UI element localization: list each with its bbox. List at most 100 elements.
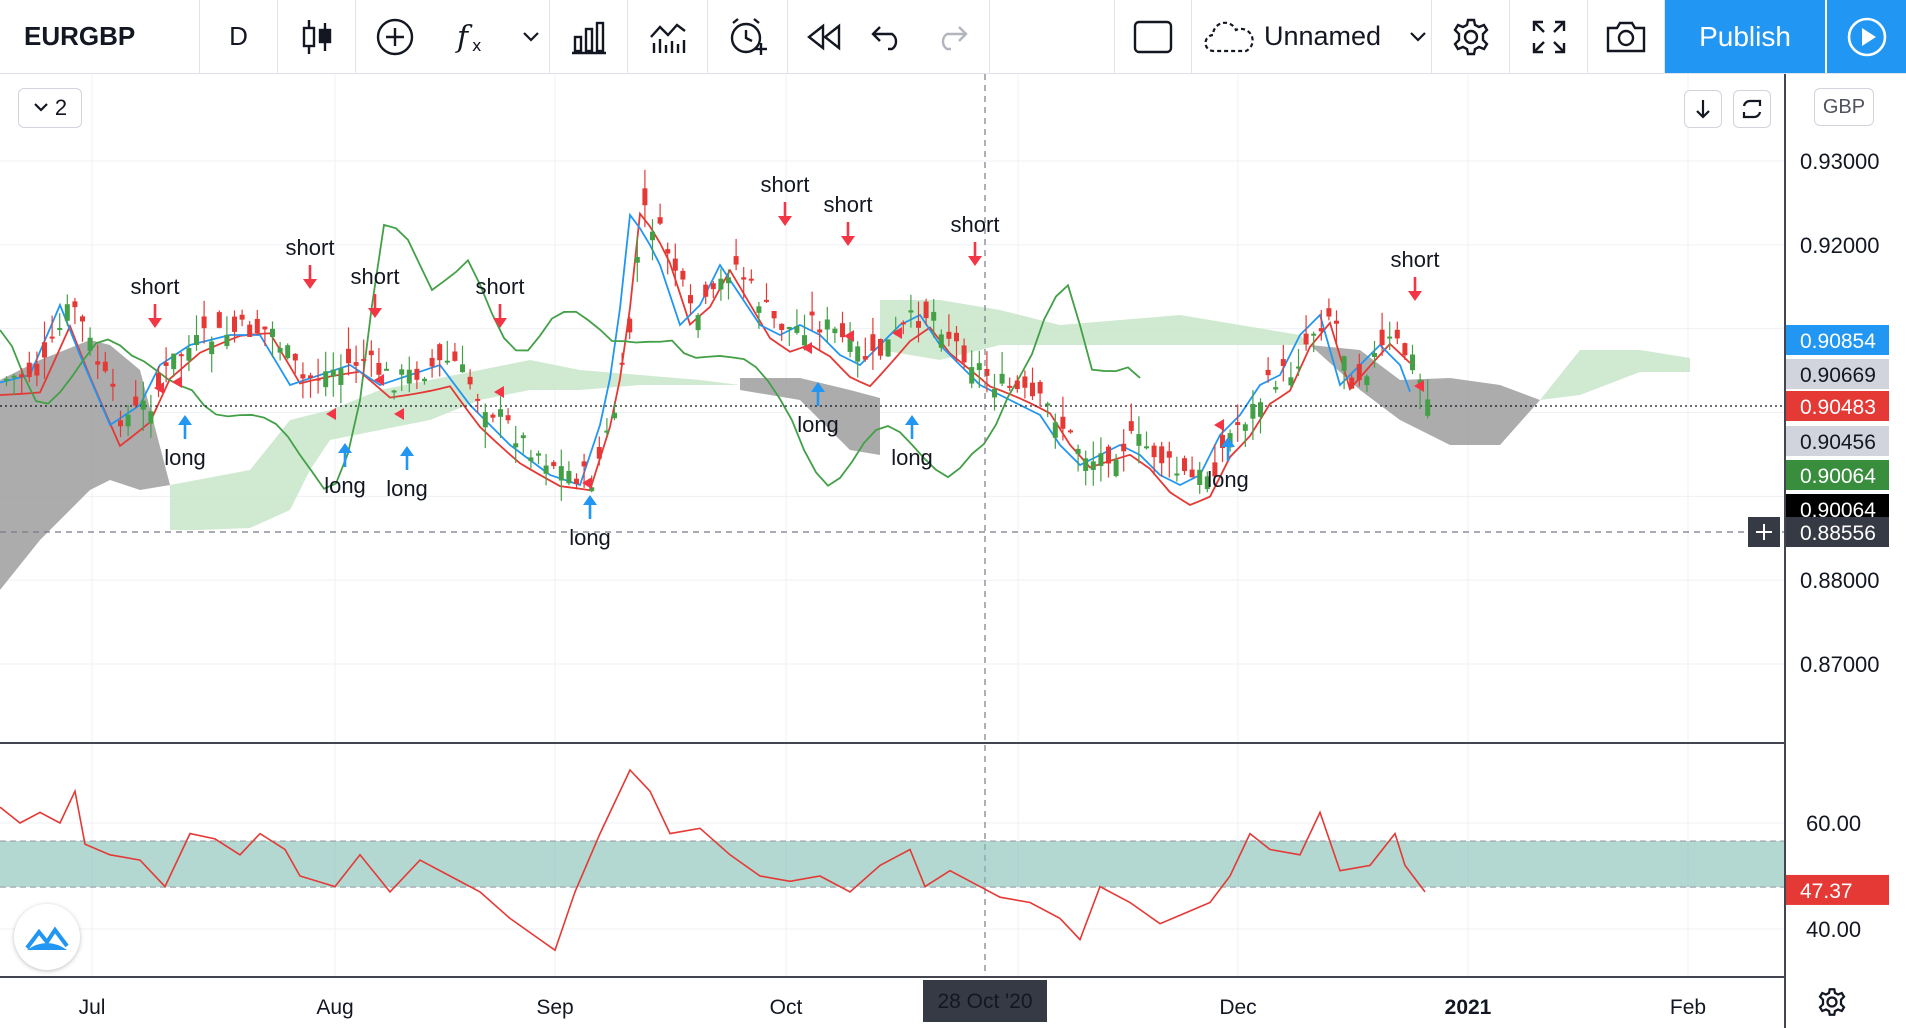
candle-body — [672, 258, 678, 271]
replay-button[interactable] — [788, 0, 860, 73]
candle-body — [1288, 377, 1294, 386]
candle-body — [178, 354, 184, 357]
candle-body — [254, 318, 260, 333]
tradingview-logo[interactable] — [14, 904, 80, 970]
candle-body — [80, 316, 85, 322]
candle-body — [201, 316, 207, 329]
candle-body — [140, 400, 146, 410]
snapshot-button[interactable] — [1588, 0, 1665, 73]
play-button[interactable] — [1827, 0, 1906, 73]
currency-button[interactable]: GBP — [1814, 88, 1874, 126]
short-arrowhead — [1408, 291, 1422, 301]
candle-body — [1356, 364, 1362, 381]
candle-body — [802, 335, 807, 346]
redo-icon — [941, 25, 968, 50]
interval-button[interactable]: D — [200, 0, 278, 73]
cross-marker — [172, 376, 182, 388]
collapse-legend-button[interactable]: 2 — [18, 88, 82, 128]
auto-scale-button[interactable] — [1733, 90, 1771, 128]
time-label: Sep — [536, 996, 573, 1019]
candle-body — [1242, 424, 1248, 431]
fx-icon: fx — [455, 20, 481, 55]
candle-body — [551, 462, 557, 467]
layout-name-button[interactable]: Unnamed — [1192, 0, 1432, 73]
candle-body — [262, 326, 268, 330]
candle-body — [756, 306, 762, 313]
time-label: Jul — [79, 996, 106, 1019]
crosshair-time-label: 28 Oct '20 — [923, 980, 1047, 1022]
candle-body — [391, 390, 397, 393]
price-tag-label: 0.90854 — [1800, 330, 1876, 353]
candle-body — [1250, 404, 1256, 419]
short-arrowhead — [148, 318, 162, 328]
candle-body — [1083, 458, 1089, 471]
long-signal: long — [164, 415, 206, 470]
candle-body — [376, 362, 382, 375]
candle-body — [916, 321, 921, 328]
long-arrowhead — [178, 415, 192, 425]
time-axis-settings[interactable] — [1814, 984, 1850, 1020]
undo-button[interactable] — [860, 0, 914, 73]
candle-body — [1394, 329, 1400, 339]
signal-markers: short long short long short long short long shor… — [131, 172, 1440, 550]
short-label: short — [824, 192, 873, 217]
short-label: short — [131, 274, 180, 299]
indicators-button[interactable]: fx — [434, 0, 512, 73]
scroll-to-latest-button[interactable] — [1684, 90, 1722, 128]
candle-body — [1128, 421, 1134, 431]
candle-body — [581, 461, 587, 467]
candle-body — [482, 412, 488, 428]
candle-body — [1372, 352, 1377, 358]
candle-body — [1273, 387, 1279, 390]
candle-body — [1189, 469, 1195, 478]
short-signal: short — [476, 274, 524, 328]
candle-body — [1349, 377, 1355, 389]
symbol-search[interactable]: EURGBP — [0, 0, 200, 73]
candle-body — [680, 270, 686, 280]
price-tag-label: 0.90483 — [1800, 396, 1876, 419]
candle-body — [1075, 448, 1081, 455]
long-label: long — [569, 525, 611, 550]
candle-body — [1007, 385, 1013, 388]
candle-body — [148, 411, 154, 424]
templates-button[interactable] — [628, 0, 708, 73]
short-label: short — [761, 172, 810, 197]
pane-separator[interactable] — [0, 742, 1785, 744]
candle-body — [57, 327, 63, 330]
ichimoku-cloud — [0, 300, 1690, 590]
candle-body — [224, 334, 230, 347]
chart-type-button[interactable] — [278, 0, 356, 73]
candle-body — [247, 324, 253, 337]
chart-canvas[interactable]: short long short long short long short long shor… — [0, 74, 1906, 1028]
rsi-tag-label: 47.37 — [1800, 880, 1853, 903]
layout-button[interactable] — [1114, 0, 1192, 73]
compare-icon — [571, 21, 606, 54]
candle-body — [414, 368, 420, 380]
candle-body — [627, 318, 633, 333]
candle-body — [794, 326, 800, 333]
short-arrowhead — [493, 318, 507, 328]
publish-button[interactable]: Publish — [1665, 0, 1825, 73]
candle-body — [1326, 308, 1332, 317]
candle-body — [26, 362, 32, 378]
candle-body — [1037, 381, 1043, 394]
add-indicator-button[interactable] — [356, 0, 434, 73]
candle-body — [1121, 443, 1127, 452]
candle-body — [1296, 366, 1301, 369]
candle-body — [1022, 376, 1028, 388]
candle-body — [118, 420, 123, 427]
candle-body — [870, 334, 876, 351]
settings-button[interactable] — [1432, 0, 1510, 73]
candle-body — [900, 322, 906, 325]
candle-body — [1311, 333, 1317, 336]
redo-button[interactable] — [914, 0, 990, 73]
candle-body — [840, 323, 845, 338]
fullscreen-button[interactable] — [1510, 0, 1588, 73]
price-tag-label: 0.90456 — [1800, 431, 1876, 454]
candle-body — [855, 346, 861, 362]
alert-button[interactable] — [708, 0, 788, 73]
candle-body — [1052, 422, 1058, 438]
candle-body — [1334, 320, 1339, 324]
indicators-dropdown[interactable] — [512, 0, 550, 73]
compare-button[interactable] — [550, 0, 628, 73]
